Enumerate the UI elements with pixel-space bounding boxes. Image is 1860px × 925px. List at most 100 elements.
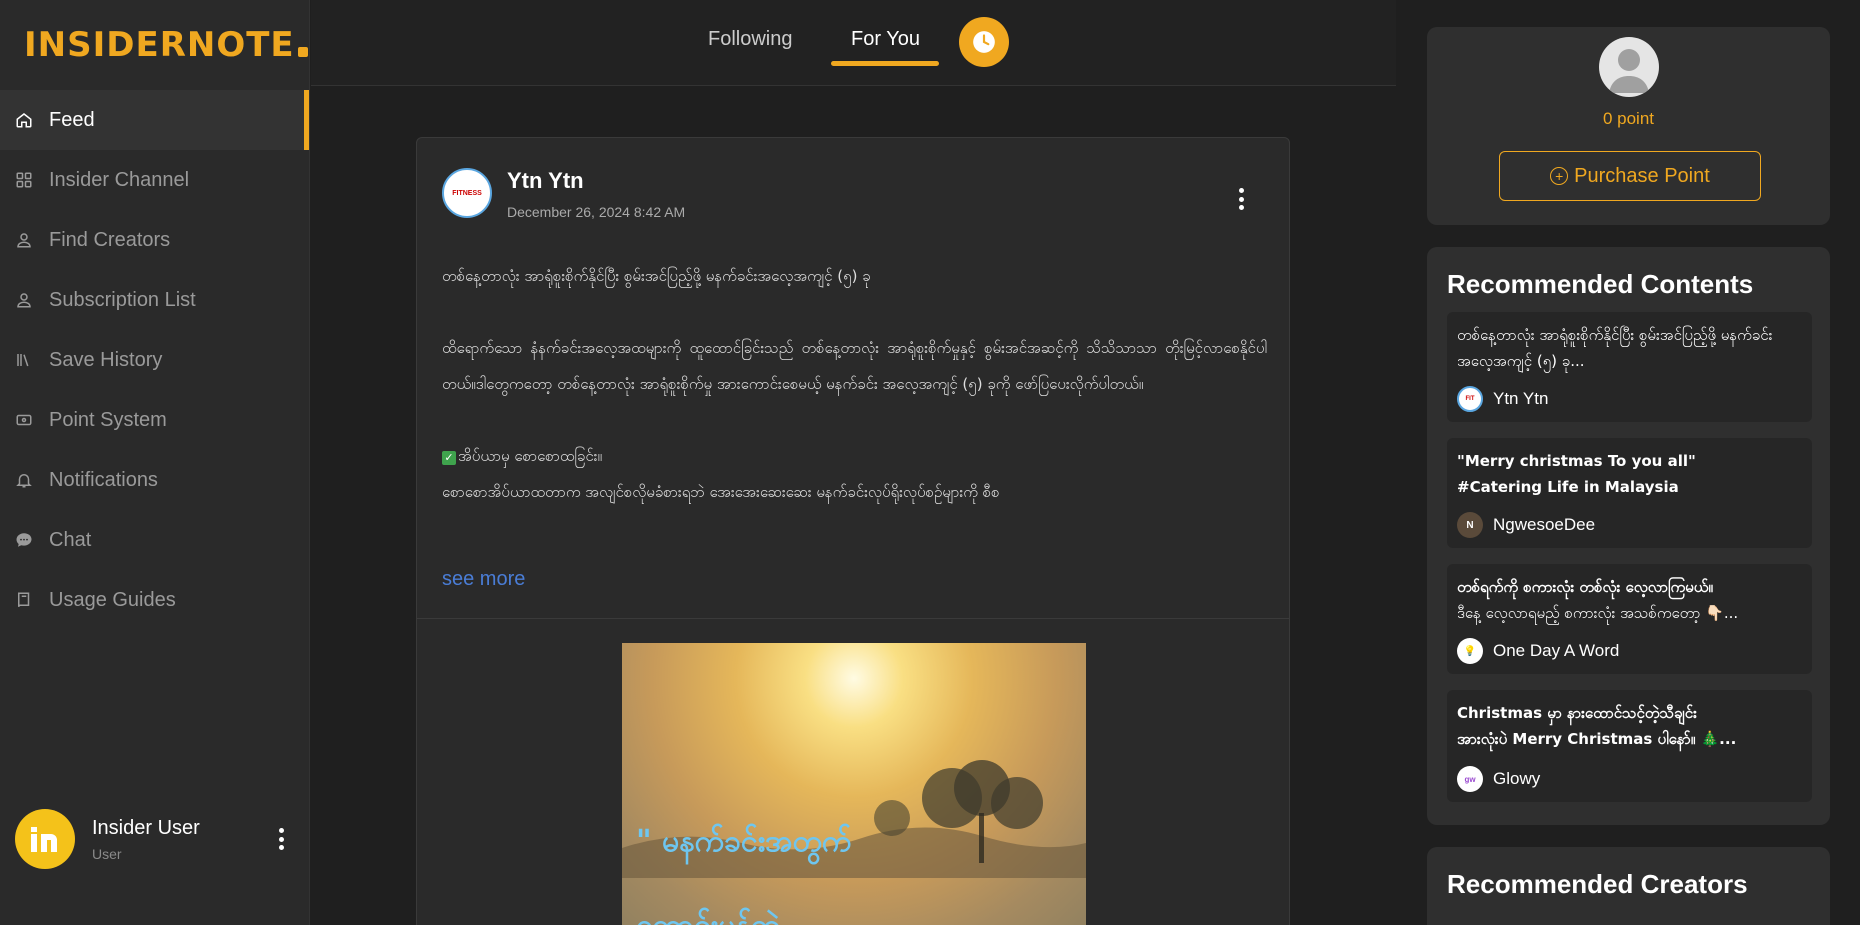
author-name: One Day A Word bbox=[1493, 641, 1620, 660]
home-icon bbox=[15, 111, 33, 129]
recommended-item[interactable]: တစ်ရက်ကို စကားလုံး တစ်လုံး လေ့လာကြမယ်။ ဒ… bbox=[1447, 564, 1812, 674]
recommended-author: gw Glowy bbox=[1457, 766, 1540, 792]
recommended-author: FIT Ytn Ytn bbox=[1457, 386, 1548, 412]
avatar bbox=[15, 809, 75, 869]
sidebar-item-label: Notifications bbox=[49, 468, 158, 491]
recommended-line: တစ်ရက်ကို စကားလုံး တစ်လုံး လေ့လာကြမယ်။ bbox=[1457, 578, 1713, 596]
lightbulb-icon: 💡 bbox=[1457, 638, 1483, 664]
tab-following[interactable]: Following bbox=[708, 28, 792, 51]
recommended-line: Christmas မှာ နားထောင်သင့်တဲ့သီချင်း bbox=[1457, 704, 1697, 722]
user-profile[interactable]: Insider User User bbox=[15, 808, 300, 870]
book-icon bbox=[15, 591, 33, 609]
post-line: ထိရောက်သော နံနက်ခင်းအလေ့အထများကို ထူထောင… bbox=[442, 339, 1267, 393]
author-name: Ytn Ytn bbox=[1493, 389, 1549, 408]
sidebar-item-insider-channel[interactable]: Insider Channel bbox=[0, 150, 309, 210]
sidebar-item-label: Insider Channel bbox=[49, 168, 190, 191]
sidebar-item-label: Point System bbox=[49, 408, 167, 431]
recommended-text: တစ်ရက်ကို စကားလုံး တစ်လုံး လေ့လာကြမယ်။ ဒ… bbox=[1457, 574, 1802, 626]
sidebar-item-label: Feed bbox=[49, 108, 95, 131]
recommended-contents-card: Recommended Contents တစ်နေ့တာလုံး အာရုံစ… bbox=[1427, 247, 1830, 825]
post-card: FITNESS Ytn Ytn December 26, 2024 8:42 A… bbox=[416, 137, 1290, 925]
author-name: NgwesoeDee bbox=[1493, 515, 1596, 534]
post-author-avatar[interactable]: FITNESS bbox=[442, 168, 492, 218]
person-icon bbox=[15, 231, 33, 249]
post-date: December 26, 2024 8:42 AM bbox=[507, 204, 686, 220]
ticket-icon bbox=[15, 411, 33, 429]
insider-logo-icon bbox=[31, 827, 57, 852]
recommended-creators-card: Recommended Creators bbox=[1427, 847, 1830, 925]
post-author-name[interactable]: Ytn Ytn bbox=[507, 168, 584, 194]
recommended-author: N NgwesoeDee bbox=[1457, 512, 1595, 538]
active-tab-indicator bbox=[831, 61, 939, 66]
feed-tabs: Following For You bbox=[311, 0, 1396, 86]
recommended-author: 💡 One Day A Word bbox=[1457, 638, 1619, 664]
brand-name: INSIDERNOTE bbox=[24, 25, 295, 65]
user-role: User bbox=[92, 845, 122, 862]
sidebar-item-subscription-list[interactable]: Subscription List bbox=[0, 270, 309, 330]
sidebar: INSIDERNOTE Feed Insider Channel Find Cr… bbox=[0, 0, 310, 925]
avatar-label: FITNESS bbox=[452, 189, 482, 197]
sidebar-item-chat[interactable]: Chat bbox=[0, 510, 309, 570]
see-more-link[interactable]: see more bbox=[442, 568, 525, 591]
sidebar-item-feed[interactable]: Feed bbox=[0, 90, 309, 150]
recommended-text: Christmas မှာ နားထောင်သင့်တဲ့သီချင်း အား… bbox=[1457, 700, 1802, 752]
logo-dot bbox=[297, 47, 308, 57]
sidebar-item-label: Save History bbox=[49, 348, 163, 371]
person-icon bbox=[1609, 49, 1649, 93]
sidebar-item-point-system[interactable]: Point System bbox=[0, 390, 309, 450]
feed-main: FITNESS Ytn Ytn December 26, 2024 8:42 A… bbox=[311, 87, 1396, 925]
recommended-text: တစ်နေ့တာလုံး အာရုံစူးစိုက်နိုင်ပြီး စွမ်… bbox=[1457, 326, 1773, 370]
bell-icon bbox=[15, 471, 33, 489]
post-body: တစ်နေ့တာလုံး အာရုံစူးစိုက်နိုင်ပြီး စွမ်… bbox=[442, 258, 1267, 510]
recommended-item[interactable]: "Merry christmas To you all" #Catering L… bbox=[1447, 438, 1812, 548]
sidebar-item-label: Subscription List bbox=[49, 288, 196, 311]
recommended-text: "Merry christmas To you all" #Catering L… bbox=[1457, 448, 1802, 500]
sidebar-item-save-history[interactable]: Save History bbox=[0, 330, 309, 390]
post-line: ✓ အိပ်ယာမှ စောစောထခြင်း။ bbox=[442, 438, 1267, 474]
divider bbox=[417, 618, 1289, 619]
grid-icon bbox=[15, 171, 33, 189]
post-more-icon[interactable] bbox=[1237, 188, 1245, 210]
recommended-line: အားလုံးပဲ Merry Christmas ပါနော်။ 🎄... bbox=[1457, 730, 1737, 748]
section-title: Recommended Contents bbox=[1447, 269, 1754, 299]
profile-avatar[interactable] bbox=[1599, 37, 1659, 97]
recommended-line: #Catering Life in Malaysia bbox=[1457, 478, 1679, 496]
point-card: 0 point + Purchase Point bbox=[1427, 27, 1830, 225]
avatar: gw bbox=[1457, 766, 1483, 792]
sidebar-item-label: Chat bbox=[49, 528, 92, 551]
author-name: Glowy bbox=[1493, 769, 1541, 788]
post-image[interactable]: " မနက်ခင်းအတွက် တောင်းမွန်တဲ့ bbox=[622, 643, 1086, 925]
post-line-text: အိပ်ယာမှ စောစောထခြင်း။ bbox=[458, 447, 603, 465]
recommended-item[interactable]: Christmas မှာ နားထောင်သင့်တဲ့သီချင်း အား… bbox=[1447, 690, 1812, 802]
right-panel: 0 point + Purchase Point Recommended Con… bbox=[1397, 0, 1860, 925]
post-line: တစ်နေ့တာလုံး အာရုံစူးစိုက်နိုင်ပြီး စွမ်… bbox=[442, 267, 871, 285]
image-caption: " မနက်ခင်းအတွက် bbox=[636, 824, 852, 859]
image-caption: တောင်းမွန်တဲ့ bbox=[636, 905, 780, 925]
recommended-line: "Merry christmas To you all" bbox=[1457, 452, 1696, 470]
user-name: Insider User bbox=[92, 816, 200, 839]
purchase-point-button[interactable]: + Purchase Point bbox=[1499, 151, 1761, 201]
sidebar-item-label: Find Creators bbox=[49, 228, 171, 251]
clock-button[interactable] bbox=[959, 17, 1009, 67]
post-line: စောစောအိပ်ယာထတာက အလျင်စလိုမခံစားရဘဲ အေးအ… bbox=[442, 483, 1000, 501]
sidebar-item-usage-guides[interactable]: Usage Guides bbox=[0, 570, 309, 630]
plus-circle-icon: + bbox=[1550, 167, 1569, 185]
sidebar-item-notifications[interactable]: Notifications bbox=[0, 450, 309, 510]
recommended-line: ဒီနေ့ လေ့လာရမည့် စကားလုံး အသစ်ကတော့ 👇🏻..… bbox=[1457, 604, 1739, 622]
library-icon bbox=[15, 351, 33, 369]
clock-icon bbox=[973, 31, 995, 53]
purchase-label: Purchase Point bbox=[1574, 164, 1710, 187]
sidebar-item-label: Usage Guides bbox=[49, 588, 176, 611]
check-icon: ✓ bbox=[442, 451, 456, 465]
points-balance: 0 point bbox=[1602, 109, 1655, 128]
tab-for-you[interactable]: For You bbox=[851, 28, 920, 51]
section-title: Recommended Creators bbox=[1447, 869, 1748, 899]
brand-logo[interactable]: INSIDERNOTE bbox=[0, 0, 309, 90]
chat-icon bbox=[15, 531, 33, 549]
sidebar-item-find-creators[interactable]: Find Creators bbox=[0, 210, 309, 270]
more-vertical-icon[interactable] bbox=[276, 828, 286, 850]
recommended-item[interactable]: တစ်နေ့တာလုံး အာရုံစူးစိုက်နိုင်ပြီး စွမ်… bbox=[1447, 312, 1812, 422]
avatar: N bbox=[1457, 512, 1483, 538]
person-icon bbox=[15, 291, 33, 309]
avatar: FIT bbox=[1457, 386, 1483, 412]
